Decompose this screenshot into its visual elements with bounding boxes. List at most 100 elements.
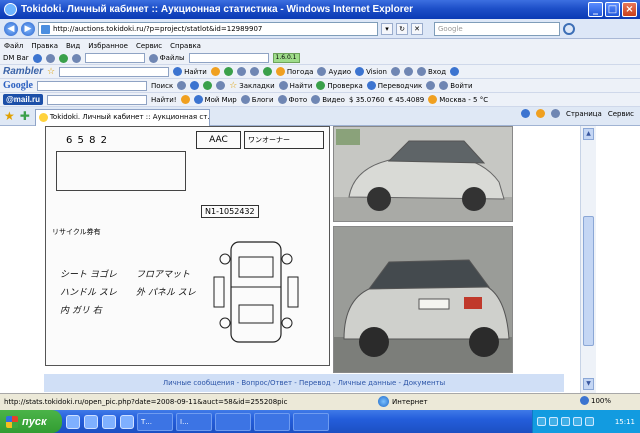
forward-icon[interactable]: ▶ [21,21,35,36]
google-logo[interactable]: Google [3,80,33,91]
weather-icon [428,95,438,104]
url-input[interactable]: http://auctions.tokidoki.ru/?p=project/s… [38,21,378,36]
cog-icon[interactable] [45,53,55,63]
close-button[interactable]: × [622,2,637,17]
map-icon[interactable] [203,81,213,90]
dropdown-icon[interactable]: ▾ [381,22,393,35]
dm-bar-label: DM Bar [3,54,29,62]
scroll-down-icon[interactable]: ▼ [583,378,594,390]
rambler-find-button[interactable]: Найти [173,67,207,76]
google-search-button[interactable]: Поиск [151,82,173,90]
toolbar-end-icon[interactable] [450,67,460,76]
taskbar-window-5[interactable] [293,412,329,431]
star-icon[interactable]: ☆ [47,67,55,77]
tray-update-icon[interactable] [585,417,594,426]
settings-icon[interactable] [390,67,400,76]
news-icon[interactable] [190,81,200,90]
taskbar-window-3[interactable] [215,412,251,431]
search-input[interactable]: Google [434,21,560,36]
photo-button[interactable]: Фото [277,95,307,104]
menu-edit[interactable]: Правка [31,42,58,50]
taskbar-window-1[interactable]: Т... [137,412,173,431]
rss-icon[interactable] [535,109,545,118]
home-icon[interactable] [71,53,81,63]
dm-input[interactable] [84,53,145,63]
pencil-icon[interactable] [210,67,220,76]
tools-menu[interactable]: Сервис [608,110,634,118]
tab-active[interactable]: Tokidoki. Личный кабинет :: Аукционная с… [34,108,210,126]
tray-antivirus-icon[interactable] [561,417,570,426]
tray-lang-icon[interactable] [573,417,582,426]
mailru-search-input[interactable] [47,94,148,105]
signin-button[interactable]: Войти [439,81,473,90]
tray-network-icon[interactable] [537,417,546,426]
weather-button[interactable]: Погода [275,67,313,76]
menu-favorites[interactable]: Избранное [88,42,128,50]
auction-sheet[interactable]: AAC ワンオーナー 6 5 8 2 リサイクル券有 N1-1052432 シー… [45,126,330,366]
print-icon[interactable] [550,109,560,118]
car-rear-image [334,227,512,372]
files-button[interactable]: Файлы [148,53,185,63]
login-button[interactable]: Вход [416,67,446,76]
mail-icon[interactable] [180,95,190,104]
start-button[interactable]: пуск [0,410,62,433]
search-icon [278,81,288,90]
page-menu[interactable]: Страница [566,110,602,118]
car-photo-front[interactable] [333,126,513,222]
page-rank-icon[interactable] [216,81,226,90]
quicklaunch-mail-icon[interactable] [84,414,98,429]
rambler-search-input[interactable] [59,66,170,77]
tray-volume-icon[interactable] [549,417,558,426]
files-input[interactable] [188,53,269,63]
car-photo-rear[interactable] [333,226,513,373]
menu-help[interactable]: Справка [170,42,201,50]
stop-icon[interactable]: ✕ [411,22,423,35]
icq-icon[interactable] [262,67,272,76]
people-icon[interactable] [249,67,259,76]
video-button[interactable]: Видео [311,95,345,104]
my-world-button[interactable]: Мой Мир [193,95,237,104]
quicklaunch-media-icon[interactable] [120,414,134,429]
menu-view[interactable]: Вид [66,42,80,50]
scroll-up-icon[interactable]: ▲ [583,128,594,140]
add-favorites-icon[interactable]: ✚ [20,109,30,123]
translate-button[interactable]: Переводчик [366,81,422,90]
minus-icon[interactable] [403,67,413,76]
google-search-input[interactable] [37,80,147,91]
mailru-find-button[interactable]: Найти! [151,96,177,104]
favorites-star-icon[interactable]: ★ [4,109,15,123]
search-icon[interactable] [563,22,575,35]
blogs-button[interactable]: Блоги [240,95,274,104]
quicklaunch-opera-icon[interactable] [102,414,116,429]
bookmarks-button[interactable]: ☆ Закладки [229,81,274,91]
menu-tools[interactable]: Сервис [136,42,162,50]
mail-icon[interactable] [236,67,246,76]
audio-label: Аудио [328,67,352,76]
wrench-icon[interactable] [426,81,436,90]
weather-widget[interactable]: Москва - 5 °C [428,95,488,104]
vertical-scrollbar[interactable]: ▲ ▼ [580,126,596,393]
quicklaunch-ie-icon[interactable] [66,414,80,429]
menu-file[interactable]: Файл [4,42,23,50]
spellcheck-button[interactable]: Проверка [316,81,363,90]
mailru-logo[interactable]: @mail.ru [3,94,44,105]
zoom-control[interactable]: 100% [580,396,611,405]
weather-city-label: Москва - 5 °C [439,95,489,104]
scroll-thumb[interactable] [583,216,594,346]
add-icon[interactable] [58,53,68,63]
taskbar-window-4[interactable] [254,412,290,431]
globe-icon[interactable] [32,53,42,63]
rambler-logo[interactable]: Rambler [3,66,43,77]
google-find-button[interactable]: Найти [278,81,312,90]
taskbar-window-2[interactable]: I... [176,412,212,431]
refresh-icon[interactable]: ↻ [396,22,408,35]
arrow-icon[interactable] [177,81,187,90]
footer-links[interactable]: Личные сообщения - Вопрос/Ответ - Перево… [44,374,564,392]
home-icon[interactable] [520,109,530,118]
audio-button[interactable]: Аудио [317,67,351,76]
minimize-button[interactable]: _ [588,2,603,17]
back-icon[interactable]: ◀ [4,21,18,36]
vision-button[interactable]: Vision [355,67,387,76]
leaf-icon[interactable] [223,67,233,76]
maximize-button[interactable]: □ [605,2,620,17]
